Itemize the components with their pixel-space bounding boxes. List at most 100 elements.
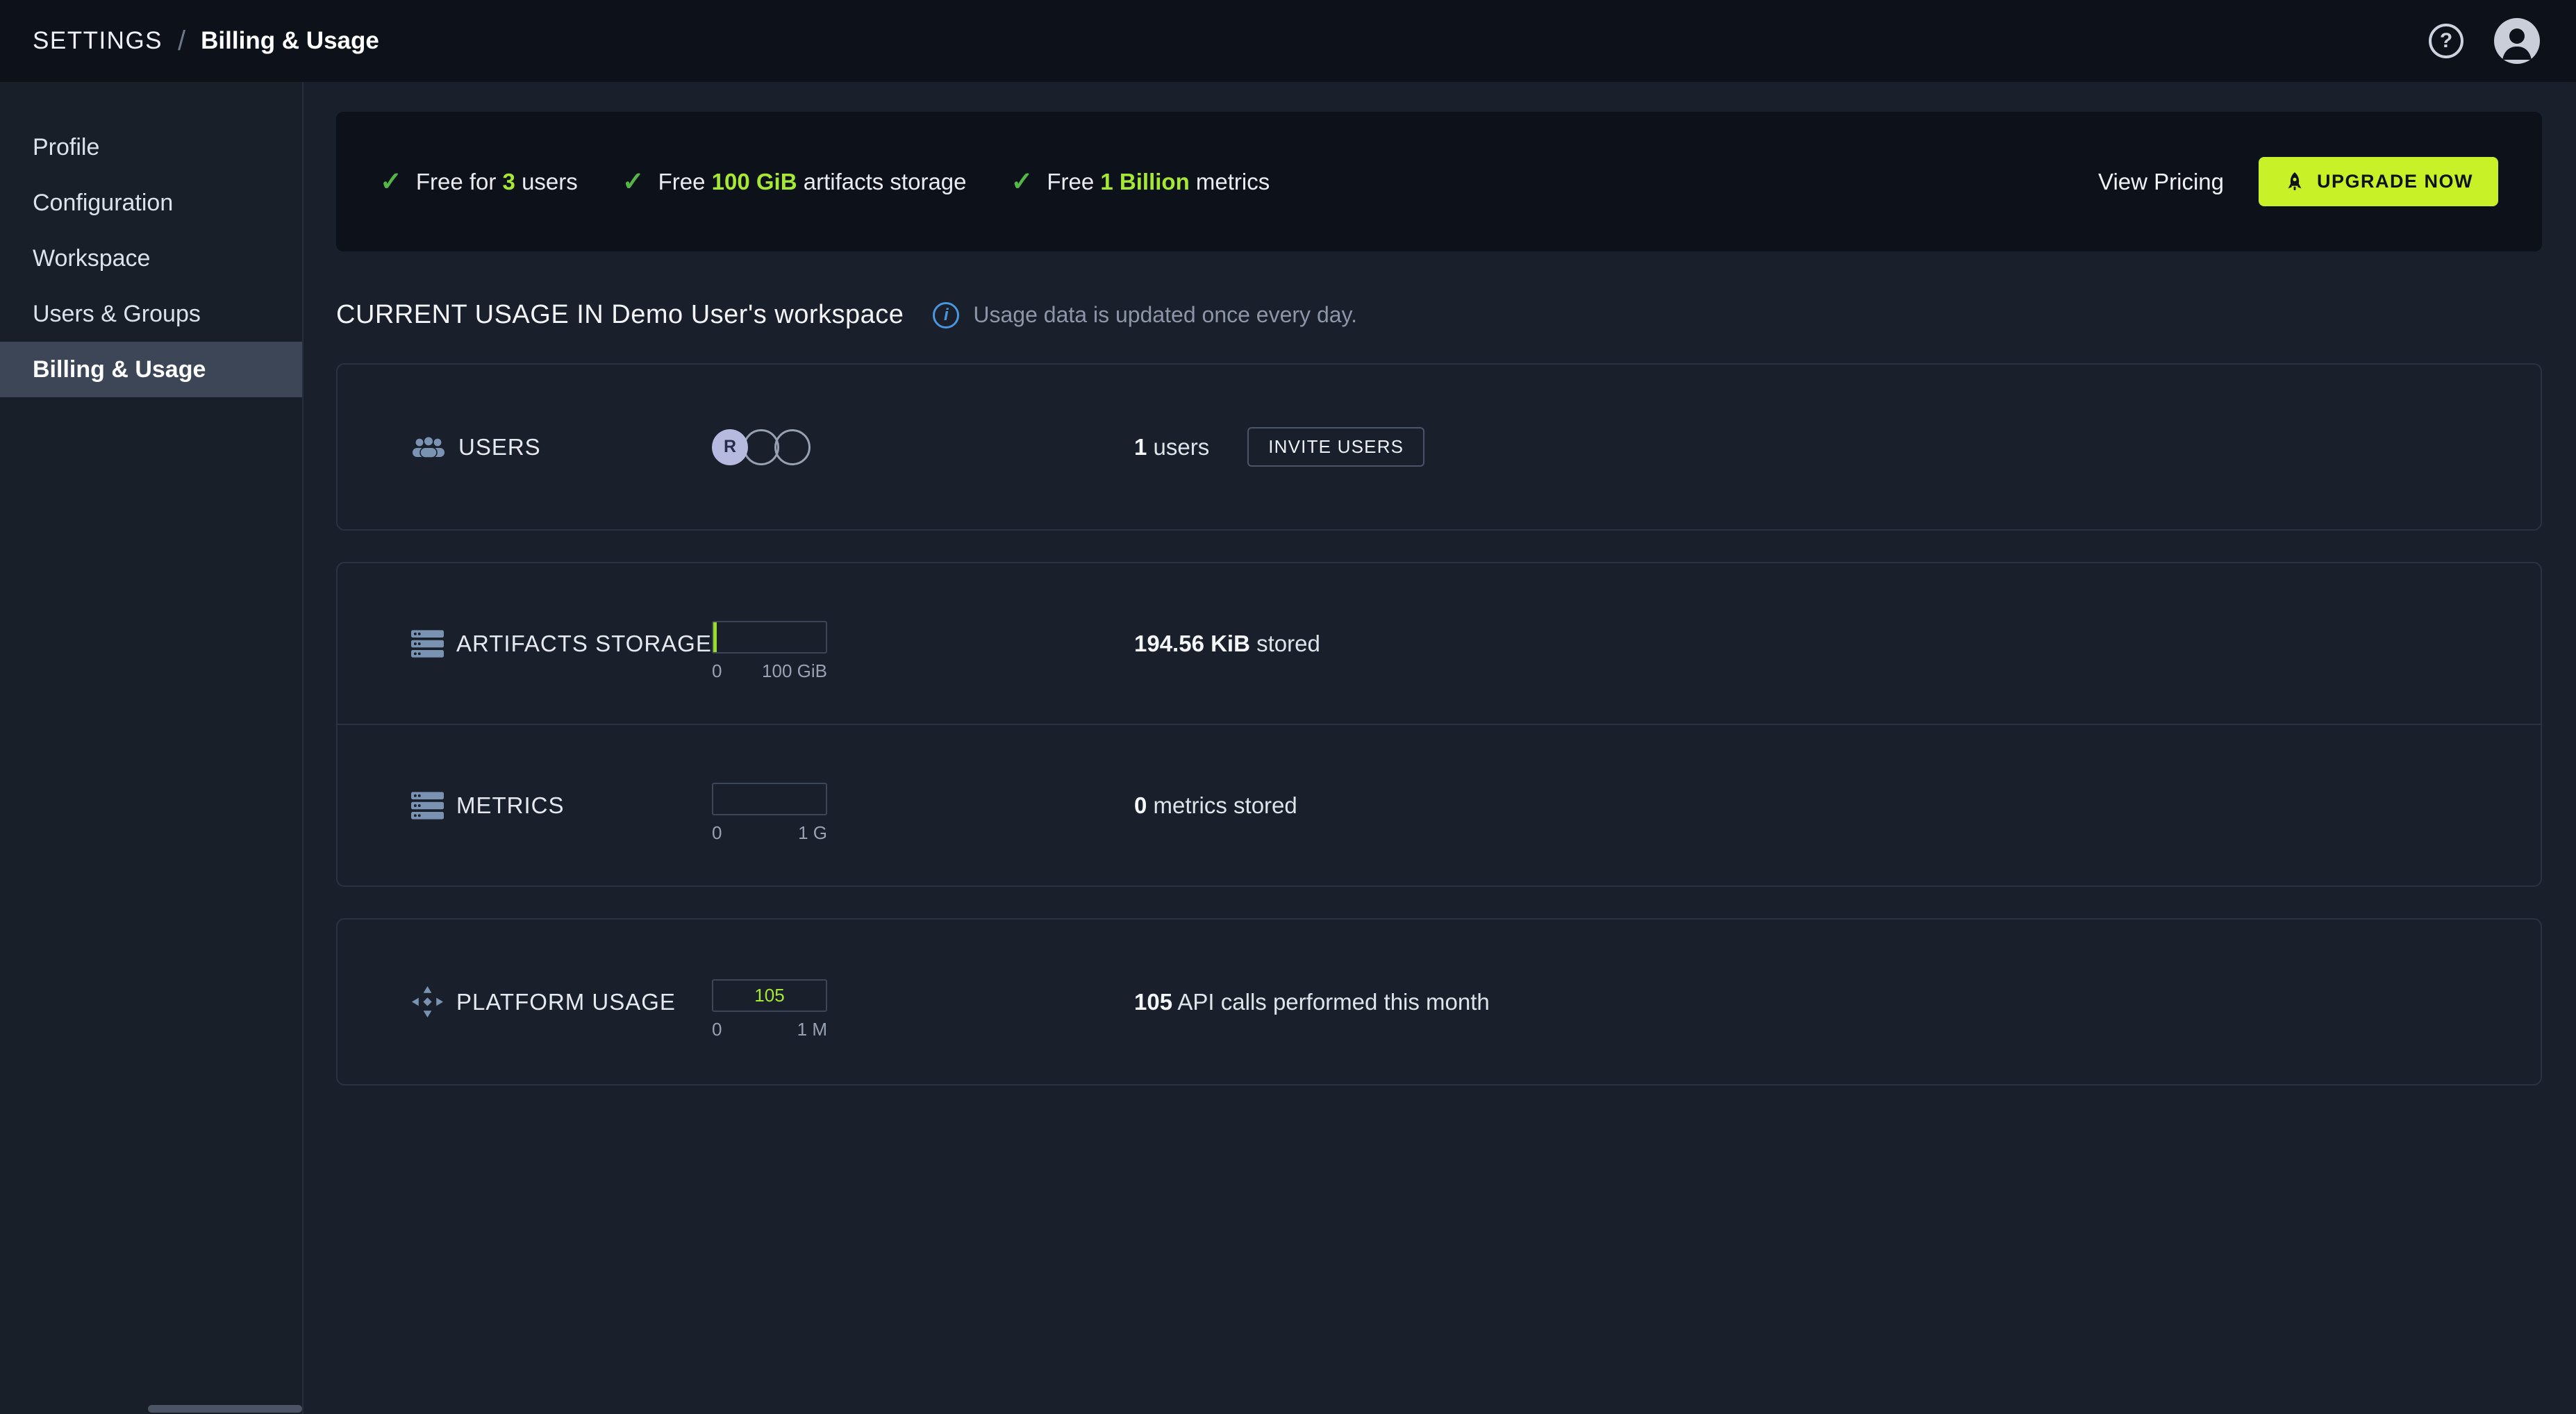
topbar: SETTINGS / Billing & Usage ? — [0, 0, 2576, 82]
users-icon — [413, 435, 444, 458]
sidebar-item-users-groups[interactable]: Users & Groups — [0, 286, 302, 342]
meter-max-label: 1 M — [797, 1018, 827, 1040]
metrics-usage-bar — [712, 782, 827, 815]
perk-post: artifacts storage — [797, 168, 967, 194]
breadcrumb: SETTINGS / Billing & Usage — [33, 26, 379, 57]
artifacts-meter-labels: 0 100 GiB — [712, 660, 827, 682]
meter-min-label: 0 — [712, 660, 722, 681]
platform-bar-value: 105 — [754, 984, 785, 1006]
storage-metrics-card: ARTIFACTS STORAGE 0 100 GiB 194.56 KiB s… — [336, 562, 2542, 887]
users-count-text: 1 users — [1134, 434, 1209, 460]
perk-pre: Free — [1047, 168, 1101, 194]
artifacts-label: stored — [1249, 630, 1320, 656]
check-icon: ✓ — [380, 167, 402, 197]
users-card-title: USERS — [458, 433, 541, 460]
platform-row: PLATFORM USAGE 105 0 1 M 105 API calls p… — [338, 920, 2541, 1084]
topbar-actions: ? — [2429, 18, 2540, 64]
section-header: CURRENT USAGE IN Demo User's workspace i… — [336, 300, 2542, 330]
user-avatar-icon — [2502, 28, 2532, 60]
artifacts-card-title: ARTIFACTS STORAGE — [456, 630, 712, 656]
info-icon: i — [933, 301, 960, 328]
metrics-value: 0 — [1134, 792, 1147, 818]
metrics-label: metrics stored — [1147, 792, 1297, 818]
metrics-row-head: METRICS — [411, 791, 712, 820]
help-icon: ? — [2439, 29, 2453, 52]
platform-card-title: PLATFORM USAGE — [456, 988, 676, 1015]
perk-text: Free for 3 users — [416, 169, 578, 195]
invite-users-button[interactable]: INVITE USERS — [1247, 427, 1425, 467]
metrics-row: METRICS 0 1 G 0 metrics stored — [338, 725, 2541, 885]
view-pricing-link[interactable]: View Pricing — [2098, 169, 2224, 195]
main-content: ✓ Free for 3 users ✓ Free 100 GiB artifa… — [304, 82, 2576, 1414]
meter-min-label: 0 — [712, 822, 722, 843]
usage-note: Usage data is updated once every day. — [973, 302, 1358, 327]
plan-perk-storage: ✓ Free 100 GiB artifacts storage — [622, 166, 967, 197]
metrics-meter-col: 0 1 G — [712, 767, 1134, 844]
user-avatar-button[interactable] — [2494, 18, 2540, 64]
platform-info-text: 105 API calls performed this month — [1134, 989, 1490, 1015]
user-avatar: R — [712, 429, 748, 465]
artifacts-storage-row: ARTIFACTS STORAGE 0 100 GiB 194.56 KiB s… — [338, 563, 2541, 724]
users-row-head: USERS — [411, 434, 712, 460]
platform-label: API calls performed this month — [1172, 988, 1490, 1015]
sidebar: Profile Configuration Workspace Users & … — [0, 82, 304, 1414]
empty-avatar-slot — [774, 429, 811, 465]
plan-banner: ✓ Free for 3 users ✓ Free 100 GiB artifa… — [336, 112, 2542, 251]
app-shell: Profile Configuration Workspace Users & … — [0, 82, 2576, 1414]
artifacts-usage-bar — [712, 620, 827, 654]
artifacts-value: 194.56 KiB — [1134, 630, 1250, 656]
check-icon: ✓ — [622, 167, 645, 197]
metrics-meter-labels: 0 1 G — [712, 822, 827, 844]
sidebar-item-billing-usage[interactable]: Billing & Usage — [0, 342, 302, 397]
scrollbar-thumb[interactable] — [148, 1405, 302, 1413]
perk-highlight: 3 — [502, 168, 515, 194]
platform-value: 105 — [1134, 988, 1173, 1015]
plan-perk-users: ✓ Free for 3 users — [380, 166, 578, 197]
perk-pre: Free — [658, 168, 712, 194]
storage-icon — [411, 629, 444, 658]
meter-max-label: 1 G — [798, 822, 827, 843]
users-count-value: 1 — [1134, 433, 1147, 460]
breadcrumb-current: Billing & Usage — [201, 27, 379, 54]
perk-text: Free 1 Billion metrics — [1047, 169, 1270, 195]
perk-text: Free 100 GiB artifacts storage — [658, 169, 967, 195]
platform-icon — [411, 985, 444, 1018]
breadcrumb-separator: / — [178, 25, 186, 56]
artifacts-info-text: 194.56 KiB stored — [1134, 631, 1320, 657]
plan-perk-metrics: ✓ Free 1 Billion metrics — [1011, 166, 1270, 197]
platform-row-head: PLATFORM USAGE — [411, 985, 712, 1018]
perk-post: metrics — [1189, 168, 1270, 194]
check-icon: ✓ — [1011, 167, 1033, 197]
perk-post: users — [515, 168, 578, 194]
perk-highlight: 100 GiB — [711, 168, 797, 194]
users-count: 1 users INVITE USERS — [1134, 427, 2541, 467]
users-row: USERS R 1 users INVITE USERS — [338, 365, 2541, 529]
users-count-label: users — [1147, 433, 1210, 460]
artifacts-info: 194.56 KiB stored — [1134, 631, 2541, 657]
platform-meter-col: 105 0 1 M — [712, 964, 1134, 1040]
breadcrumb-settings[interactable]: SETTINGS — [33, 27, 163, 55]
artifacts-meter-col: 0 100 GiB — [712, 606, 1134, 682]
storage-icon — [411, 791, 444, 820]
metrics-meter: 0 1 G — [712, 782, 827, 844]
artifacts-meter: 0 100 GiB — [712, 620, 827, 682]
current-usage-title: CURRENT USAGE IN Demo User's workspace — [336, 300, 904, 329]
upgrade-now-label: UPGRADE NOW — [2317, 171, 2473, 192]
users-seats: R — [712, 429, 1134, 465]
sidebar-item-workspace[interactable]: Workspace — [0, 231, 302, 286]
platform-usage-card: PLATFORM USAGE 105 0 1 M 105 API calls p… — [336, 918, 2542, 1086]
metrics-info: 0 metrics stored — [1134, 792, 2541, 819]
meter-max-label: 100 GiB — [762, 660, 827, 681]
artifacts-row-head: ARTIFACTS STORAGE — [411, 629, 712, 658]
empty-avatar-slot — [743, 429, 779, 465]
avatar-group: R — [712, 429, 811, 465]
users-card: USERS R 1 users INVITE USERS — [336, 363, 2542, 531]
platform-meter: 105 0 1 M — [712, 979, 827, 1040]
upgrade-now-button[interactable]: UPGRADE NOW — [2259, 157, 2498, 206]
platform-info: 105 API calls performed this month — [1134, 989, 2541, 1015]
metrics-info-text: 0 metrics stored — [1134, 792, 1297, 819]
sidebar-item-configuration[interactable]: Configuration — [0, 175, 302, 231]
platform-usage-bar: 105 — [712, 979, 827, 1012]
help-button[interactable]: ? — [2429, 24, 2463, 58]
sidebar-item-profile[interactable]: Profile — [0, 119, 302, 175]
